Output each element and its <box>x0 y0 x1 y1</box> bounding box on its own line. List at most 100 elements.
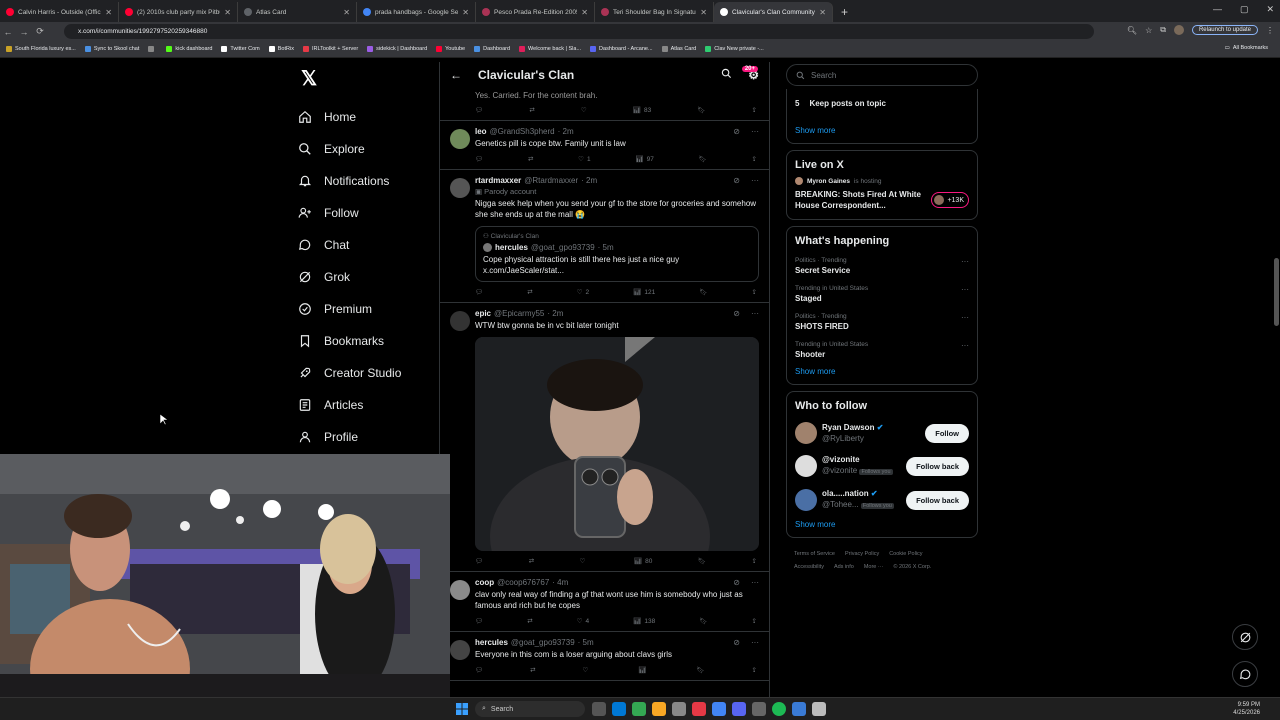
bookmark-icon[interactable]: 🔖︎ <box>697 106 705 114</box>
author-name[interactable]: epic <box>475 309 491 318</box>
url-bar[interactable]: x.com/i/communities/1992797520259346880 <box>64 24 1094 39</box>
browser-tab[interactable]: Atlas Card ✕ <box>238 2 357 22</box>
close-tab-icon[interactable]: ✕ <box>700 8 707 17</box>
grok-fab-icon[interactable] <box>1232 624 1258 650</box>
follow-button[interactable]: Follow back <box>906 490 969 510</box>
author-name[interactable]: rtardmaxxer <box>475 176 521 185</box>
quoted-tweet[interactable]: ⚇ Clavicular's Clan hercules @goat_gpo9373… <box>475 226 759 282</box>
zoom-icon[interactable]: 🔍︎ <box>1127 26 1137 35</box>
grok-icon[interactable]: ⊘ <box>733 176 740 185</box>
tweet[interactable]: rtardmaxxer @Rtardmaxxer · 2m ⊘ ··· ▣ Parody … <box>440 170 769 303</box>
bookmark-item[interactable]: Youtube <box>436 46 465 52</box>
bookmark-icon[interactable]: 🔖︎ <box>699 155 707 163</box>
app-icon[interactable] <box>792 702 806 716</box>
forward-icon[interactable]: → <box>16 27 32 37</box>
avatar[interactable] <box>795 455 817 477</box>
more-icon[interactable]: ··· <box>751 309 759 318</box>
minimize-icon[interactable]: — <box>1213 4 1222 15</box>
grok-icon[interactable]: ⊘ <box>733 578 740 587</box>
bookmark-icon[interactable]: 🔖︎ <box>698 557 706 565</box>
footer-link[interactable]: Privacy Policy <box>845 551 879 557</box>
repost-icon[interactable]: ⇄ <box>529 557 534 565</box>
file-explorer-icon[interactable] <box>652 702 666 716</box>
more-icon[interactable]: ··· <box>751 638 759 647</box>
views-button[interactable]: 📊︎ 138 <box>633 617 655 626</box>
browser-tab[interactable]: (2) 2010s club party mix Pitbull ✕ <box>119 2 238 22</box>
tweet-partial[interactable]: Yes. Carried. For the content brah. 💬︎ ⇄… <box>440 90 769 121</box>
follow-suggestion[interactable]: @vizonite @vizonite Follows you Follow bac… <box>795 454 969 478</box>
views-button[interactable]: 📊︎ 97 <box>635 155 654 164</box>
grok-icon[interactable]: ⊘ <box>733 638 740 647</box>
footer-link[interactable]: More ··· <box>864 564 884 570</box>
avatar[interactable] <box>450 640 470 660</box>
nav-item-notifications[interactable]: Notifications <box>298 165 438 197</box>
show-more-link[interactable]: Show more <box>795 126 969 135</box>
close-tab-icon[interactable]: ✕ <box>343 8 350 17</box>
reply-icon[interactable]: 💬︎ <box>475 155 483 163</box>
more-icon[interactable]: ··· <box>961 257 969 275</box>
tweet[interactable]: hercules @goat_gpo93739 · 5m ⊘ ··· Everyone i… <box>440 632 769 681</box>
like-button[interactable]: ♡ <box>583 666 592 674</box>
avatar[interactable] <box>450 580 470 600</box>
tweet[interactable]: leo @GrandSh3pherd · 2m ⊘ ··· Genetics pill i… <box>440 121 769 170</box>
system-tray-clock[interactable]: 9:59 PM 4/25/2026 <box>1233 701 1260 717</box>
windows-start-icon[interactable] <box>456 703 468 715</box>
tweet-media[interactable] <box>475 337 759 551</box>
close-tab-icon[interactable]: ✕ <box>224 8 231 17</box>
bookmark-item[interactable]: Welcome back | Sla... <box>519 46 581 52</box>
bookmark-item[interactable]: sidekick | Dashboard <box>367 46 427 52</box>
new-tab-icon[interactable]: + <box>833 2 856 22</box>
reply-icon[interactable]: 💬︎ <box>475 557 483 565</box>
bookmark-item[interactable]: Sync to Skool chat <box>84 46 139 52</box>
reply-icon[interactable]: 💬︎ <box>475 666 483 674</box>
share-icon[interactable]: ⇪ <box>751 288 756 296</box>
back-arrow-icon[interactable]: ← <box>450 68 462 82</box>
share-icon[interactable]: ⇪ <box>751 617 756 625</box>
bookmark-item[interactable]: South Florida luxury es... <box>6 46 76 52</box>
grok-icon[interactable]: ⊘ <box>733 127 740 136</box>
more-icon[interactable]: ··· <box>751 127 759 136</box>
nav-item-grok[interactable]: Grok <box>298 261 438 293</box>
chrome-icon[interactable] <box>632 702 646 716</box>
repost-icon[interactable]: ⇄ <box>529 106 534 114</box>
avatar[interactable] <box>450 178 470 198</box>
bookmark-item[interactable]: Atlas Card <box>661 46 696 52</box>
share-icon[interactable]: ⇪ <box>752 106 757 114</box>
trend-item[interactable]: Trending in United States Staged ··· <box>795 285 969 303</box>
nav-item-creator-studio[interactable]: Creator Studio <box>298 357 438 389</box>
search-icon[interactable] <box>721 68 732 82</box>
nav-item-profile[interactable]: Profile <box>298 421 438 453</box>
follow-button[interactable]: Follow <box>925 423 969 443</box>
bookmark-item[interactable]: Dashboard <box>474 46 510 52</box>
messages-fab-icon[interactable] <box>1232 661 1258 687</box>
spotify-icon[interactable] <box>772 702 786 716</box>
footer-link[interactable]: © 2026 X Corp. <box>893 564 931 570</box>
app-icon[interactable] <box>612 702 626 716</box>
nav-item-premium[interactable]: Premium <box>298 293 438 325</box>
trend-item[interactable]: Politics · Trending SHOTS FIRED ··· <box>795 313 969 331</box>
bookmark-icon[interactable]: 🔖︎ <box>699 288 707 296</box>
views-button[interactable]: 📊︎ 121 <box>633 288 655 297</box>
page-scrollbar[interactable] <box>1274 62 1279 697</box>
maximize-icon[interactable]: ▢ <box>1240 4 1249 15</box>
more-icon[interactable]: ··· <box>751 176 759 185</box>
bookmark-icon[interactable]: 🔖︎ <box>696 666 704 674</box>
live-item[interactable]: BREAKING: Shots Fired At White House Cor… <box>795 189 969 211</box>
nav-item-articles[interactable]: Articles <box>298 389 438 421</box>
like-button[interactable]: ♡ 4 <box>577 617 589 626</box>
nav-item-follow[interactable]: Follow <box>298 197 438 229</box>
nav-item-home[interactable]: Home <box>298 101 438 133</box>
repost-icon[interactable]: ⇄ <box>527 288 532 296</box>
footer-link[interactable]: Accessibility <box>794 564 824 570</box>
live-on-x-card[interactable]: Live on X Myron Gaines is hosting BREAKIN… <box>786 150 978 220</box>
tweet[interactable]: epic @Epicarmy55 · 2m ⊘ ··· WTW btw gonna be … <box>440 303 769 572</box>
follow-suggestion[interactable]: Ryan Dawson ✔ @RyLiberty Follow <box>795 422 969 444</box>
close-tab-icon[interactable]: ✕ <box>581 8 588 17</box>
follow-button[interactable]: Follow back <box>906 456 969 476</box>
avatar[interactable] <box>795 489 817 511</box>
show-more-link[interactable]: Show more <box>795 367 969 376</box>
bookmark-item[interactable]: Clav New private -... <box>705 46 764 52</box>
avatar[interactable] <box>450 129 470 149</box>
repost-icon[interactable]: ⇄ <box>530 666 535 674</box>
all-bookmarks[interactable]: ▭ All Bookmarks <box>1225 45 1268 51</box>
